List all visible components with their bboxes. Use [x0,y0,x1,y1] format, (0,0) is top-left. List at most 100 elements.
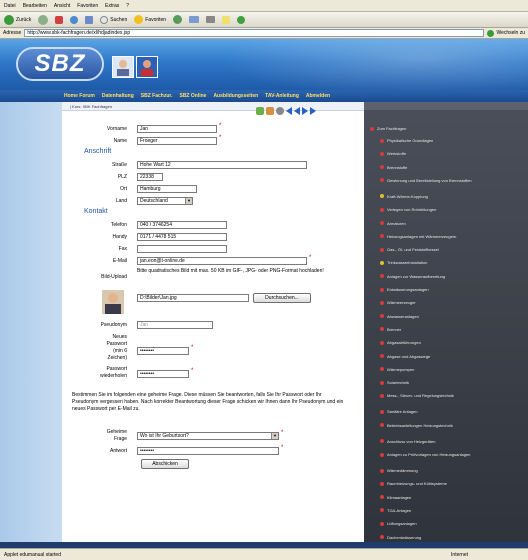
prev-page-icon[interactable] [294,107,300,115]
sidebar-item[interactable]: Werkstoffe [380,151,520,156]
new-password-label-line: Passwort [106,341,127,347]
nav-abmelden[interactable]: Abmelden [306,93,330,99]
repeat-password-input[interactable]: •••••••• [137,370,189,378]
land-select[interactable]: Deutschland ▼ [137,197,193,205]
sidebar-item-label: Physikalische Grundlagen [387,138,434,143]
site-logo[interactable]: SBZ [16,47,104,81]
sidebar-item[interactable]: Kraft-Wärme-Kopplung [380,194,520,199]
new-password-input[interactable]: •••••••• [137,347,189,355]
sidebar-item[interactable]: Heizungsanlagen mit Wärmeerzeugern [380,234,520,239]
handy-input[interactable]: 0171 / 4478 515 [137,233,227,241]
sidebar-item-label: Lüftungsanlagen [387,521,417,527]
strasse-input[interactable]: Hohe Wart 12 [137,161,307,169]
nav-ausbildungsseiten[interactable]: Ausbildungsseiten [213,93,258,99]
required-marker: * [219,135,222,141]
forward-button[interactable] [36,14,50,26]
sidebar-item[interactable]: Trinkwasserinstallation [380,260,520,265]
mail-button[interactable] [187,14,201,26]
sidebar-item[interactable]: Solartechnik [380,380,520,385]
favorites-button[interactable]: Favoriten [132,14,168,26]
sidebar-item-label: Klimaanlagen [387,494,412,500]
sidebar-item[interactable]: Brenner [380,327,520,332]
home-button[interactable] [83,14,95,26]
sidebar-item[interactable]: Wärmedämmung [380,468,520,473]
nav-tav-anleitung[interactable]: TAV-Anleitung [265,93,299,99]
people-icon[interactable] [256,107,264,115]
settings-icon[interactable] [276,107,284,115]
chevron-down-icon: ▼ [185,198,192,204]
pseudonym-input[interactable]: Jan [137,321,213,329]
menu-help[interactable]: ? [126,3,129,9]
history-button[interactable] [171,14,184,26]
ort-input[interactable]: Hamburg [137,185,197,193]
sidebar-item[interactable]: Sanitäre Anlagen [380,409,520,414]
sidebar-item-label: Verlegen von Rohrleitungen [387,207,437,213]
secret-question-note: Bestimmen Sie im folgenden eine geheime … [72,392,344,412]
vorname-input[interactable]: Jan [137,125,217,133]
sidebar-item[interactable]: Mess-, Steuer- und Regelungstechnik [380,393,520,398]
sidebar-item[interactable]: Dachentwässerung [380,535,520,540]
nav-sbz-fachzur[interactable]: SBZ Fachzur. [141,93,173,99]
menu-favoriten[interactable]: Favoriten [77,3,98,9]
edit-button[interactable] [220,14,232,26]
go-label: Wechseln zu [496,30,525,36]
bild-path-input[interactable]: D:\Bilder\Jan.jpg [137,294,249,302]
browse-button[interactable]: Durchsuchen... [253,293,311,303]
group-icon[interactable] [266,107,274,115]
sidebar-item[interactable]: Abwasseranlagen [380,314,520,319]
sidebar-item[interactable]: Klimaanlagen [380,495,520,500]
plz-input[interactable]: 22338 [137,173,163,181]
sidebar-title[interactable]: Zum Fachfragen [370,126,510,131]
antwort-input[interactable]: •••••••• [137,447,279,455]
status-zone: Internet [451,551,468,558]
sidebar-item[interactable]: Armaturen [380,221,520,226]
name-input[interactable]: Froeger [137,137,217,145]
nav-datenhaltung[interactable]: Datenhaltung [102,93,134,99]
messenger-button[interactable] [235,14,247,26]
sidebar-item[interactable]: Raumheizungs- und Kühlsysteme [380,481,520,486]
sidebar-title-label: Zum Fachfragen [377,126,407,131]
sidebar-item[interactable]: Abgasabführungen [380,340,520,345]
sidebar-item[interactable]: Brennstoffe [380,165,520,170]
refresh-button[interactable] [68,14,80,26]
nav-sbz-online[interactable]: SBZ Online [179,93,206,99]
address-input[interactable]: http://www.sbk-fachfragen.de/xl/hdjadind… [24,29,485,37]
sidebar-item[interactable]: Anlagen zu Prüfvorlagen von Heizungsanla… [380,452,520,457]
nav-home-forum[interactable]: Home Forum [64,93,95,99]
menu-ansicht[interactable]: Ansicht [54,3,70,9]
home-icon [85,15,94,24]
sidebar-item[interactable]: Anlagen zur Wasseraufbereitung [380,274,520,279]
next-page-icon[interactable] [302,107,308,115]
sidebar-item[interactable]: Physikalische Grundlagen [380,138,520,143]
back-button[interactable]: Zurück [2,14,33,26]
go-button[interactable]: Wechseln zu [487,29,525,37]
edit-icon [222,15,231,24]
sidebar-item[interactable]: Wärmeerzeuger [380,300,520,305]
last-page-icon[interactable] [310,107,316,115]
menu-bearbeiten[interactable]: Bearbeiten [23,3,47,9]
sidebar-item[interactable]: Lüftungsanlagen [380,521,520,526]
first-page-icon[interactable] [286,107,292,115]
sidebar-item[interactable]: Wärmepumpen [380,367,520,372]
secret-question-select[interactable]: Wo ist Ihr Geburtsort? ▼ [137,432,279,440]
telefon-input[interactable]: 040 / 3746254 [137,221,227,229]
sidebar-item[interactable]: Gewinnung und Bereitstellung von Brennst… [380,178,520,183]
sidebar-item[interactable]: Verlegen von Rohrleitungen [380,207,520,212]
sidebar-item[interactable]: Anschluss von Heizgeräten [380,439,520,444]
search-button[interactable]: Suchen [98,14,129,26]
submit-button[interactable]: Abschicken [141,459,189,469]
fax-input[interactable] [137,245,227,253]
menu-extras[interactable]: Extras [105,3,119,9]
sidebar-item[interactable]: Abgase und Abgaswege [380,354,520,359]
sidebar-item-label: Werkstoffe [387,151,406,157]
email-input[interactable]: jan.eon@t-online.de [137,257,307,265]
print-button[interactable] [204,14,217,26]
stop-button[interactable] [53,14,65,26]
sidebar-item[interactable]: TGA-Anlagen [380,508,520,513]
sidebar-item[interactable]: Betriebsanleitungen Heizungstechnik [380,423,520,428]
sidebar-item[interactable]: Entwässerungsanlagen [380,287,520,292]
bullet-icon [380,178,384,183]
bullet-icon [380,495,384,500]
menu-datei[interactable]: Datei [4,3,16,9]
sidebar-item[interactable]: Gas-, Öl- und Feststoffkessel [380,247,520,252]
